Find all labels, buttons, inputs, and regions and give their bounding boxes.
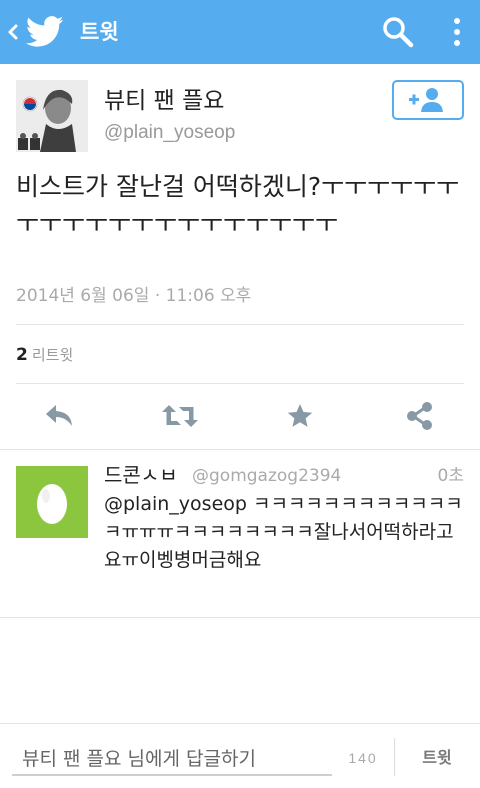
screen-title: 트윗 [80,20,119,44]
reply-text: @plain_yoseop ㅋㅋㅋㅋㅋㅋㅋㅋㅋㅋㅋㅋㅋㅠㅠㅠㅋㅋㅋㅋㅋㅋㅋㅋ잘나… [104,493,463,571]
app-bar: 트윗 [0,0,480,64]
egg-icon [37,484,67,524]
favorite-button[interactable] [280,398,320,434]
divider [16,324,464,325]
tweet-timestamp: 2014년 6월 06일 · 11:06 오후 [16,286,252,306]
retweet-icon [162,405,198,427]
retweet-label: 리트윗 [31,346,74,364]
reply-author-name[interactable]: 드콘ㅅㅂ [104,462,178,488]
follow-button[interactable] [392,80,464,120]
avatar-photo [16,80,88,152]
divider [394,738,395,776]
reply-composer: 140 트윗 [0,723,480,788]
share-icon [407,402,432,430]
tweet-text: 비스트가 잘난걸 어떡하겠니?ㅜㅜㅜㅜㅜㅜㅜㅜㅜㅜㅜㅜㅜㅜㅜㅜㅜㅜㅜㅜ [16,172,460,238]
add-user-icon [409,88,443,112]
divider [16,383,464,384]
retweet-stat[interactable]: 2 리트윗 [16,343,73,367]
char-counter: 140 [348,750,378,766]
divider [0,449,480,450]
author-avatar[interactable] [16,80,88,152]
reply-author-handle[interactable]: @gomgazog2394 [192,464,341,488]
retweet-count: 2 [16,345,28,365]
reply-time: 0초 [437,466,464,486]
author-handle[interactable]: @plain_yoseop [104,120,235,146]
author-name[interactable]: 뷰티 팬 플요 [104,86,224,116]
reply-avatar[interactable] [16,466,88,538]
reply-icon [46,405,72,426]
search-icon[interactable] [380,14,416,50]
favorite-icon [287,404,313,427]
reply-button[interactable] [40,398,80,434]
send-tweet-button[interactable]: 트윗 [406,740,468,772]
twitter-bird-icon[interactable] [26,15,64,49]
reply-input[interactable] [12,740,332,776]
more-options-icon[interactable] [446,14,468,50]
share-button[interactable] [400,398,440,434]
retweet-button[interactable] [160,398,200,434]
divider [0,617,480,618]
back-chevron-icon[interactable] [6,20,20,44]
